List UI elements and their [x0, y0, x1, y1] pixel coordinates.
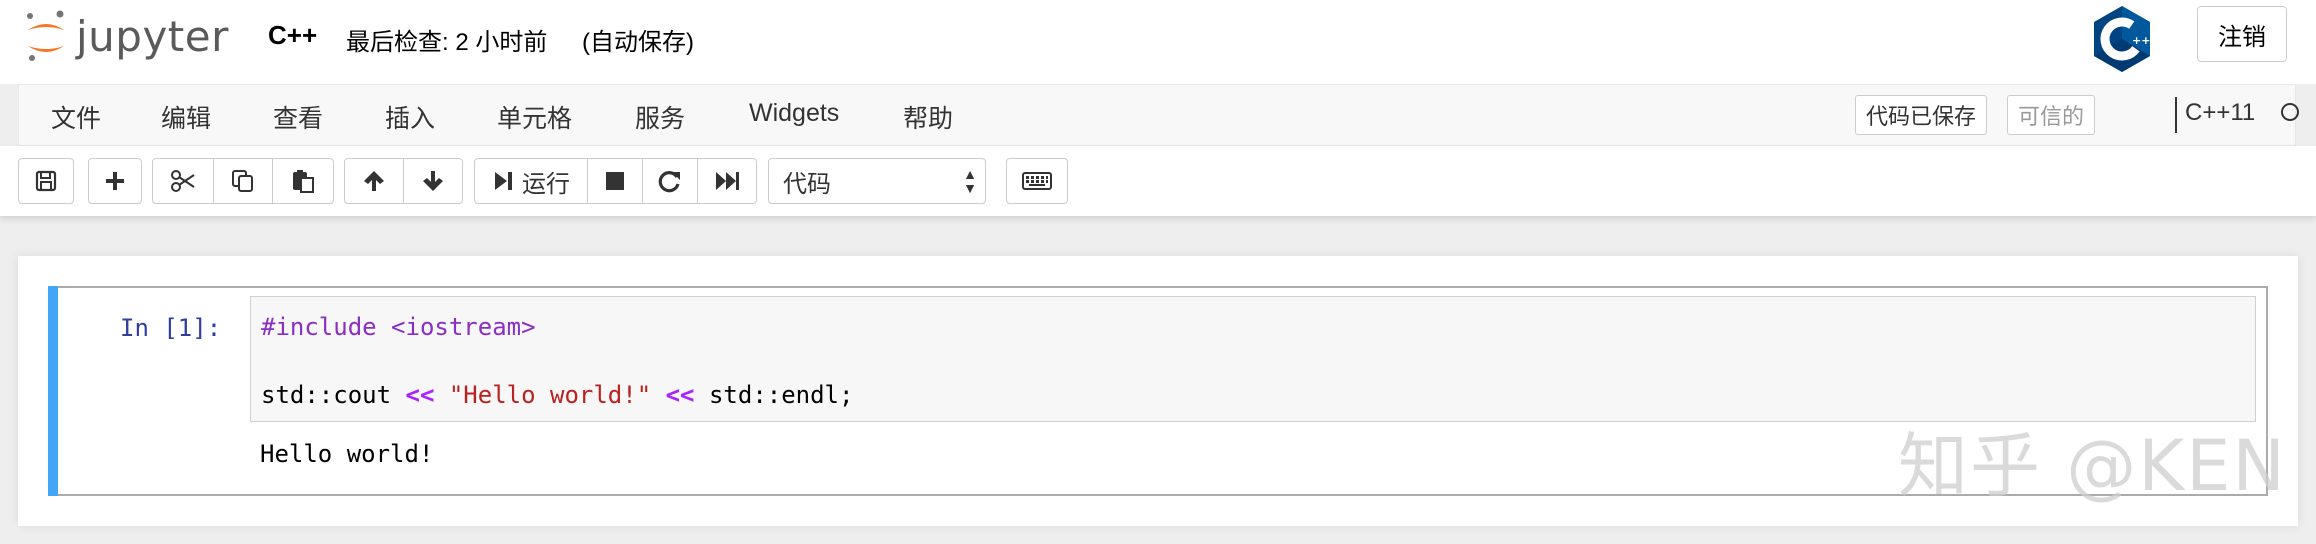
menu-edit[interactable]: 编辑: [161, 99, 211, 135]
paste-icon: [293, 170, 314, 193]
menu-cell[interactable]: 单元格: [497, 99, 572, 135]
save-icon: [35, 170, 57, 192]
cut-button[interactable]: [152, 158, 214, 204]
jupyter-logo[interactable]: jupyter: [24, 6, 229, 66]
kernel-name: C++11: [2185, 99, 2256, 126]
logout-button[interactable]: 注销: [2197, 6, 2287, 62]
run-button[interactable]: 运行: [474, 158, 588, 204]
cell-type-value: 代码: [783, 170, 831, 198]
save-button[interactable]: [18, 158, 74, 204]
logo-text: jupyter: [76, 11, 229, 61]
arrow-down-icon: [423, 171, 443, 191]
fast-forward-icon: [716, 172, 739, 190]
menu-view[interactable]: 查看: [273, 99, 323, 135]
cpp-logo-icon: ++: [2094, 6, 2150, 72]
restart-run-all-button[interactable]: [697, 158, 757, 204]
cut-icon: [171, 170, 195, 192]
move-up-button[interactable]: [344, 158, 404, 204]
menu-widgets[interactable]: Widgets: [749, 99, 839, 128]
code-token: "Hello world!": [448, 381, 652, 409]
trusted-indicator[interactable]: 可信的: [2007, 95, 2096, 135]
menu-insert[interactable]: 插入: [385, 99, 435, 135]
input-prompt: In [1]:: [120, 314, 222, 342]
stop-icon: [606, 172, 624, 190]
menu-help[interactable]: 帮助: [903, 99, 953, 135]
jupyter-logo-icon: [27, 10, 64, 61]
code-token: std::cout: [261, 381, 406, 409]
select-arrows-icon: ▲ ▼: [963, 166, 977, 196]
code-editor[interactable]: #include <iostream> std::cout << "Hello …: [250, 296, 2256, 422]
restart-icon: [658, 171, 680, 193]
code-token: std::endl;: [694, 381, 854, 409]
toolbar: 运行 代码 ▲ ▼: [0, 146, 2316, 216]
plus-icon: [106, 172, 124, 190]
header: jupyter C++ 最后检查: 2 小时前 (自动保存) ++ 注销: [0, 0, 2316, 84]
copy-button[interactable]: [213, 158, 273, 204]
checkpoint-status: 最后检查: 2 小时前: [346, 29, 548, 56]
cell-output: Hello world!: [260, 440, 434, 468]
code-line: #include <iostream>: [261, 313, 536, 341]
run-icon: [495, 172, 512, 190]
code-token: <<: [665, 381, 695, 409]
code-token: <<: [405, 381, 435, 409]
code-line: std::cout << "Hello world!" << std::endl…: [261, 381, 853, 409]
cell-type-select[interactable]: 代码 ▲ ▼: [768, 158, 986, 204]
kernel-status-icon: [2281, 103, 2299, 121]
move-down-button[interactable]: [403, 158, 463, 204]
watermark: 知乎 @KEN: [1898, 425, 2287, 507]
restart-button[interactable]: [642, 158, 698, 204]
run-label: 运行: [522, 170, 570, 198]
cell-selected-bar: [48, 286, 58, 496]
keyboard-icon: [1022, 172, 1052, 190]
menubar: 文件 编辑 查看 插入 单元格 服务 Widgets 帮助 代码已保存 可信的 …: [18, 84, 2299, 146]
notebook-name[interactable]: C++: [268, 20, 317, 51]
save-state-indicator: 代码已保存: [1855, 95, 1988, 135]
interrupt-button[interactable]: [587, 158, 643, 204]
arrow-up-icon: [364, 171, 384, 191]
paste-button[interactable]: [272, 158, 334, 204]
insert-cell-button[interactable]: [88, 158, 142, 204]
menu-kernel[interactable]: 服务: [635, 99, 685, 135]
autosave-status: (自动保存): [582, 29, 694, 56]
command-palette-button[interactable]: [1006, 158, 1068, 204]
menu-file[interactable]: 文件: [51, 99, 101, 135]
copy-icon: [232, 170, 253, 192]
kernel-separator: [2175, 97, 2177, 133]
svg-text:++: ++: [2132, 34, 2150, 47]
